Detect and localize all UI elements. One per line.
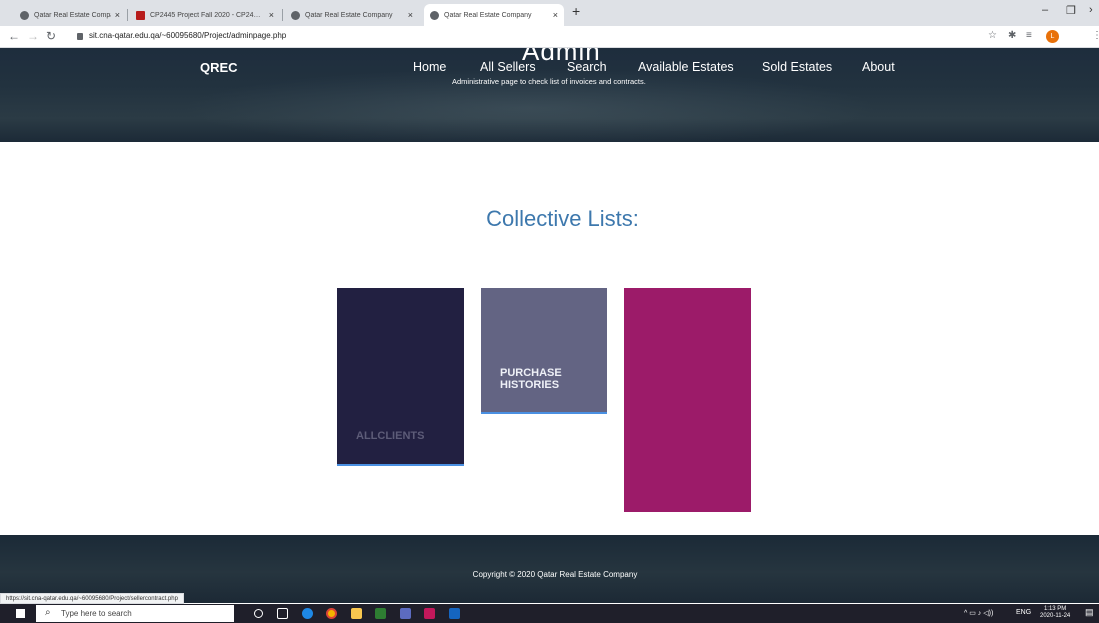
task-view-icon[interactable] xyxy=(277,608,288,619)
back-arrow-icon[interactable]: ← xyxy=(8,29,20,43)
site-header: Admin QREC Home All Sellers Search Avail… xyxy=(0,48,1099,142)
menu-icon[interactable]: ⋮ xyxy=(1092,30,1099,41)
all-clients-card[interactable]: ALLCLIENTS xyxy=(337,288,464,466)
browser-tab[interactable]: Qatar Real Estate Company × xyxy=(285,4,419,26)
reload-icon[interactable]: ↻ xyxy=(46,29,56,43)
globe-icon xyxy=(20,10,29,20)
minimize-icon[interactable]: – xyxy=(1042,4,1048,16)
section-heading: Collective Lists: xyxy=(486,206,639,231)
tab-label: CP2445 Project Fall 2020 - CP24… xyxy=(150,11,261,19)
windows-taskbar: ⌕ Type here to search ^ ▭ ♪ ◁)) ENG 1:13… xyxy=(0,604,1099,623)
taskbar-search-input[interactable]: ⌕ Type here to search xyxy=(36,605,234,622)
tab-divider xyxy=(282,9,283,21)
list-card[interactable] xyxy=(624,288,751,512)
clock-time: 1:13 PM xyxy=(1043,606,1067,612)
close-icon[interactable]: × xyxy=(408,10,413,20)
chevron-right-icon[interactable]: › xyxy=(1089,4,1093,16)
reading-list-icon[interactable]: ≡ xyxy=(1026,30,1032,41)
globe-icon xyxy=(430,10,439,20)
copyright-text: Copyright © 2020 Qatar Real Estate Compa… xyxy=(472,570,638,579)
nav-available-estates[interactable]: Available Estates xyxy=(638,60,734,74)
browser-tab[interactable]: CP2445 Project Fall 2020 - CP24… × xyxy=(130,4,280,26)
language-indicator[interactable]: ENG xyxy=(1016,609,1031,616)
forward-arrow-icon[interactable]: → xyxy=(27,29,39,43)
status-bar-url: https://sit.cna-qatar.edu.qa/~60095680/P… xyxy=(0,593,184,604)
brand-logo[interactable]: QREC xyxy=(200,60,238,75)
address-bar: ← → ↻ sit.cna-qatar.edu.qa/~60095680/Pro… xyxy=(0,26,1099,48)
windows-start-icon[interactable] xyxy=(16,609,25,618)
star-icon[interactable]: ☆ xyxy=(988,30,997,41)
site-favicon-icon xyxy=(136,10,145,20)
browser-tab[interactable]: Qatar Real Estate Company × xyxy=(14,4,126,26)
search-icon: ⌕ xyxy=(45,607,51,618)
nav-all-sellers[interactable]: All Sellers xyxy=(480,60,536,74)
search-placeholder: Type here to search xyxy=(61,609,132,618)
nav-home[interactable]: Home xyxy=(413,60,446,74)
clock-date: 2020-11-24 xyxy=(1040,613,1071,619)
word-icon[interactable] xyxy=(449,608,460,619)
globe-icon xyxy=(291,10,300,20)
clock[interactable]: 1:13 PM 2020-11-24 xyxy=(1040,606,1070,620)
app-icon[interactable] xyxy=(375,608,386,619)
edge-icon[interactable] xyxy=(302,608,313,619)
notifications-icon[interactable]: ▤ xyxy=(1085,607,1094,618)
card-label: ALLCLIENTS xyxy=(356,430,425,442)
tab-label: Qatar Real Estate Company xyxy=(444,11,532,19)
tab-divider xyxy=(127,9,128,21)
nav-search[interactable]: Search xyxy=(567,60,607,74)
extensions-icon[interactable]: ✱ xyxy=(1008,30,1016,41)
tab-label: Qatar Real Estate Company xyxy=(34,11,111,19)
profile-avatar[interactable]: L xyxy=(1046,30,1059,43)
card-label: PURCHASE HISTORIES xyxy=(500,367,562,391)
close-icon[interactable]: × xyxy=(553,10,558,20)
file-explorer-icon[interactable] xyxy=(351,608,362,619)
url-field[interactable]: sit.cna-qatar.edu.qa/~60095680/Project/a… xyxy=(89,31,286,40)
tray-icons[interactable]: ^ ▭ ♪ ◁)) xyxy=(964,609,993,617)
app-icon[interactable] xyxy=(424,608,435,619)
nav-about[interactable]: About xyxy=(862,60,895,74)
new-tab-button[interactable]: + xyxy=(572,3,580,19)
page-subtitle: Administrative page to check list of inv… xyxy=(452,77,646,86)
close-icon[interactable]: × xyxy=(269,10,274,20)
purchase-histories-card[interactable]: PURCHASE HISTORIES xyxy=(481,288,607,414)
lock-icon xyxy=(77,33,83,40)
nav-sold-estates[interactable]: Sold Estates xyxy=(762,60,832,74)
tab-label: Qatar Real Estate Company xyxy=(305,11,393,19)
browser-tab-bar: Qatar Real Estate Company × CP2445 Proje… xyxy=(0,0,1099,26)
close-icon[interactable]: × xyxy=(115,10,120,20)
maximize-icon[interactable]: ❐ xyxy=(1066,4,1076,17)
cortana-icon[interactable] xyxy=(254,609,263,618)
chrome-icon[interactable] xyxy=(326,608,337,619)
browser-tab-active[interactable]: Qatar Real Estate Company × xyxy=(424,4,564,26)
app-icon[interactable] xyxy=(400,608,411,619)
